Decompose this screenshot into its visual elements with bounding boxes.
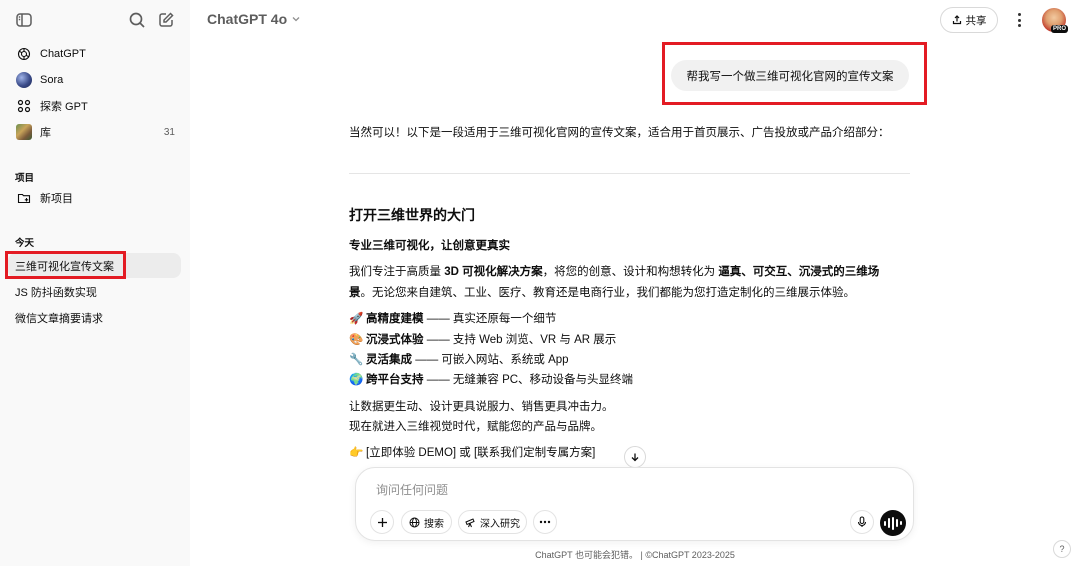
new-project-label: 新项目 <box>40 193 73 205</box>
feature-item: 🌍 跨平台支持 —— 无缝兼容 PC、移动设备与头显终端 <box>349 371 633 389</box>
palette-icon: 🎨 <box>349 334 364 346</box>
library-count: 31 <box>163 126 175 138</box>
dictate-button[interactable] <box>850 510 874 534</box>
sidebar-toggle-icon[interactable] <box>15 11 33 29</box>
deep-research-button[interactable]: 深入研究 <box>458 510 527 534</box>
library-thumbnail <box>15 123 33 141</box>
sidebar-item-library[interactable]: 库 31 <box>8 119 181 145</box>
model-name: ChatGPT 4o <box>207 11 288 27</box>
feature-item: 🚀 高精度建模 —— 真实还原每一个细节 <box>349 310 556 328</box>
grid-icon <box>15 97 33 115</box>
intro-text: 当然可以！以下是一段适用于三维可视化官网的宣传文案，适合用于首页展示、广告投放或… <box>349 127 890 139</box>
microphone-icon <box>857 516 867 527</box>
share-button[interactable]: 共享 <box>940 7 998 33</box>
closing-line1: 让数据更生动、设计更具说服力、销售更具冲击力。 <box>349 401 614 413</box>
highlight-box-sidebar <box>5 251 126 279</box>
new-chat-icon[interactable] <box>157 11 175 29</box>
projects-section-title: 项目 <box>15 173 35 184</box>
sidebar-item-label: 库 <box>40 127 51 139</box>
search-icon[interactable] <box>128 11 146 29</box>
plus-icon <box>377 517 387 527</box>
globe-icon <box>409 517 420 527</box>
cta-line: 👉 [立即体验 DEMO] 或 [联系我们定制专属方案] <box>349 444 595 462</box>
sidebar-item-explore-gpt[interactable]: 探索 GPT <box>8 93 181 119</box>
divider <box>349 173 910 174</box>
sidebar-item-label: 探索 GPT <box>40 101 88 113</box>
pointing-hand-icon: 👉 <box>349 447 364 459</box>
globe-icon: 🌍 <box>349 374 364 386</box>
sidebar: ChatGPT Sora 探索 GPT 库 31 项目 新项目 今天 三维可视化… <box>0 0 190 566</box>
highlight-box-message <box>662 42 927 105</box>
sidebar-item-label: Sora <box>40 74 64 86</box>
response-heading: 打开三维世界的大门 <box>349 207 475 223</box>
sidebar-item-label: ChatGPT <box>40 48 86 60</box>
voice-mode-button[interactable] <box>880 510 906 536</box>
share-label: 共享 <box>965 14 987 27</box>
more-options-icon[interactable] <box>1012 11 1026 29</box>
search-button[interactable]: 搜索 <box>401 510 452 534</box>
sidebar-item-sora[interactable]: Sora <box>8 67 181 93</box>
chat-item-label: JS 防抖函数实现 <box>15 286 97 299</box>
sidebar-item-chatgpt[interactable]: ChatGPT <box>8 41 181 67</box>
response-paragraph-line2: 景。无论您来自建筑、工业、医疗、教育还是电商行业，我们都能为您打造定制化的三维展… <box>349 287 855 299</box>
chevron-down-icon <box>292 17 300 22</box>
new-project-button[interactable]: 新项目 <box>8 185 181 211</box>
feature-item: 🎨 沉浸式体验 —— 支持 Web 浏览、VR 与 AR 展示 <box>349 331 616 349</box>
response-paragraph-line1: 我们专注于高质量 3D 可视化解决方案，将您的创意、设计和构想转化为 逼真、可交… <box>349 266 880 278</box>
openai-logo-icon <box>15 45 33 63</box>
chat-item-label: 微信文章摘要请求 <box>15 312 103 325</box>
message-input[interactable]: 询问任何问题 <box>376 481 448 498</box>
more-tools-button[interactable] <box>533 510 557 534</box>
search-label: 搜索 <box>424 518 444 530</box>
composer: 询问任何问题 搜索 深入研究 <box>355 467 914 541</box>
sora-avatar <box>15 71 33 89</box>
feature-item: 🔧 灵活集成 —— 可嵌入网站、系统或 App <box>349 351 569 369</box>
more-icon <box>539 520 551 524</box>
rocket-icon: 🚀 <box>349 313 364 325</box>
chat-item-js-debounce[interactable]: JS 防抖函数实现 <box>8 279 181 304</box>
chat-item-wechat-summary[interactable]: 微信文章摘要请求 <box>8 305 181 330</box>
model-selector[interactable]: ChatGPT 4o <box>207 11 301 27</box>
today-section-title: 今天 <box>15 238 35 249</box>
scroll-to-bottom-button[interactable] <box>624 446 646 468</box>
sidebar-toolbar <box>0 0 190 40</box>
response-subheading: 专业三维可视化，让创意更真实 <box>349 240 510 252</box>
arrow-down-icon <box>631 453 639 462</box>
telescope-icon <box>465 517 475 527</box>
footer-disclaimer: ChatGPT 也可能会犯错。 | ©ChatGPT 2023-2025 <box>535 550 735 560</box>
closing-line2: 现在就进入三维视觉时代，赋能您的产品与品牌。 <box>349 421 602 433</box>
wrench-icon: 🔧 <box>349 354 364 366</box>
folder-plus-icon <box>15 189 33 207</box>
pro-badge: PRO <box>1051 25 1069 33</box>
attach-button[interactable] <box>370 510 394 534</box>
share-icon <box>952 15 961 25</box>
help-button[interactable]: ? <box>1053 540 1071 558</box>
deep-research-label: 深入研究 <box>480 518 520 530</box>
